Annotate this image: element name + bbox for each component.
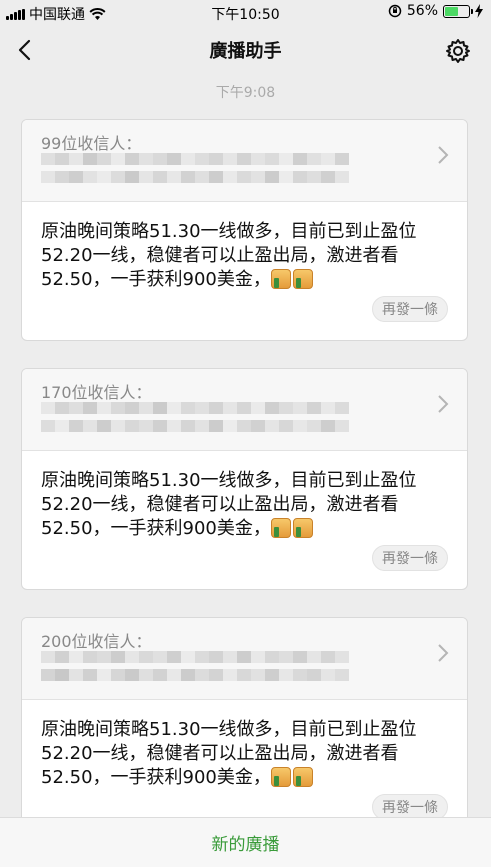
- message-body: 原油晚间策略51.30一线做多，目前已到止盈位52.20一线，稳健者可以止盈出局…: [22, 202, 467, 340]
- thumbs-up-emoji-pair: [270, 767, 313, 787]
- gear-icon[interactable]: [445, 38, 471, 64]
- blurred-recipient-names: [41, 402, 351, 438]
- thumbs-up-icon: [292, 269, 313, 289]
- thumbs-up-icon: [292, 518, 313, 538]
- broadcast-card: 99位收信人： 原油晚间策略51.30一线做多，目前已到止盈位52.20一线，稳…: [21, 119, 468, 341]
- resend-button[interactable]: 再發一條: [372, 296, 448, 322]
- message-content: 原油晚间策略51.30一线做多，目前已到止盈位52.20一线，稳健者可以止盈出局…: [41, 221, 417, 290]
- message-text: 原油晚间策略51.30一线做多，目前已到止盈位52.20一线，稳健者可以止盈出局…: [41, 220, 448, 292]
- recipients-count: 170位收信人：: [41, 383, 152, 402]
- chevron-right-icon: [438, 146, 449, 164]
- battery-percent: 56%: [406, 3, 438, 19]
- blurred-recipient-names: [41, 651, 351, 687]
- thumbs-up-emoji-pair: [270, 518, 313, 538]
- message-body: 原油晚间策略51.30一线做多，目前已到止盈位52.20一线，稳健者可以止盈出局…: [22, 451, 467, 589]
- message-timestamp: 下午9:08: [215, 85, 276, 101]
- thumbs-up-icon: [270, 767, 291, 787]
- recipients-header[interactable]: 170位收信人：: [22, 369, 467, 451]
- resend-button[interactable]: 再發一條: [372, 545, 448, 571]
- charging-icon: [475, 4, 483, 18]
- chevron-right-icon: [438, 395, 449, 413]
- recipients-header[interactable]: 200位收信人：: [22, 618, 467, 700]
- new-broadcast-button[interactable]: 新的廣播: [212, 830, 280, 855]
- message-content: 原油晚间策略51.30一线做多，目前已到止盈位52.20一线，稳健者可以止盈出局…: [41, 470, 417, 539]
- status-bar: 中国联通 下午10:50 56%: [0, 0, 491, 26]
- resend-row: 再發一條: [41, 292, 448, 330]
- thumbs-up-icon: [292, 767, 313, 787]
- message-content: 原油晚间策略51.30一线做多，目前已到止盈位52.20一线，稳健者可以止盈出局…: [41, 719, 417, 788]
- battery-icon: [443, 4, 473, 18]
- chevron-right-icon: [438, 644, 449, 662]
- resend-row: 再發一條: [41, 541, 448, 579]
- phone-screen: 中国联通 下午10:50 56% 廣播助手 下午9:08 99位收信人： 原油晚…: [0, 0, 491, 867]
- broadcast-card: 170位收信人： 原油晚间策略51.30一线做多，目前已到止盈位52.20一线，…: [21, 368, 468, 590]
- message-text: 原油晚间策略51.30一线做多，目前已到止盈位52.20一线，稳健者可以止盈出局…: [41, 718, 448, 790]
- battery-level: [445, 6, 458, 16]
- thumbs-up-icon: [270, 269, 291, 289]
- recipients-header[interactable]: 99位收信人：: [22, 120, 467, 202]
- page-title: 廣播助手: [209, 41, 282, 62]
- bottom-bar: 新的廣播: [0, 817, 491, 867]
- orientation-lock-icon: [388, 4, 402, 18]
- nav-bar: 廣播助手: [0, 26, 491, 74]
- thumbs-up-icon: [270, 518, 291, 538]
- message-text: 原油晚间策略51.30一线做多，目前已到止盈位52.20一线，稳健者可以止盈出局…: [41, 469, 448, 541]
- back-icon[interactable]: [14, 38, 38, 62]
- thumbs-up-emoji-pair: [270, 269, 313, 289]
- recipients-count: 200位收信人：: [41, 632, 152, 651]
- status-right: 56%: [388, 3, 483, 19]
- recipients-count: 99位收信人：: [41, 134, 142, 153]
- broadcast-card: 200位收信人： 原油晚间策略51.30一线做多，目前已到止盈位52.20一线，…: [21, 617, 468, 839]
- blurred-recipient-names: [41, 153, 351, 189]
